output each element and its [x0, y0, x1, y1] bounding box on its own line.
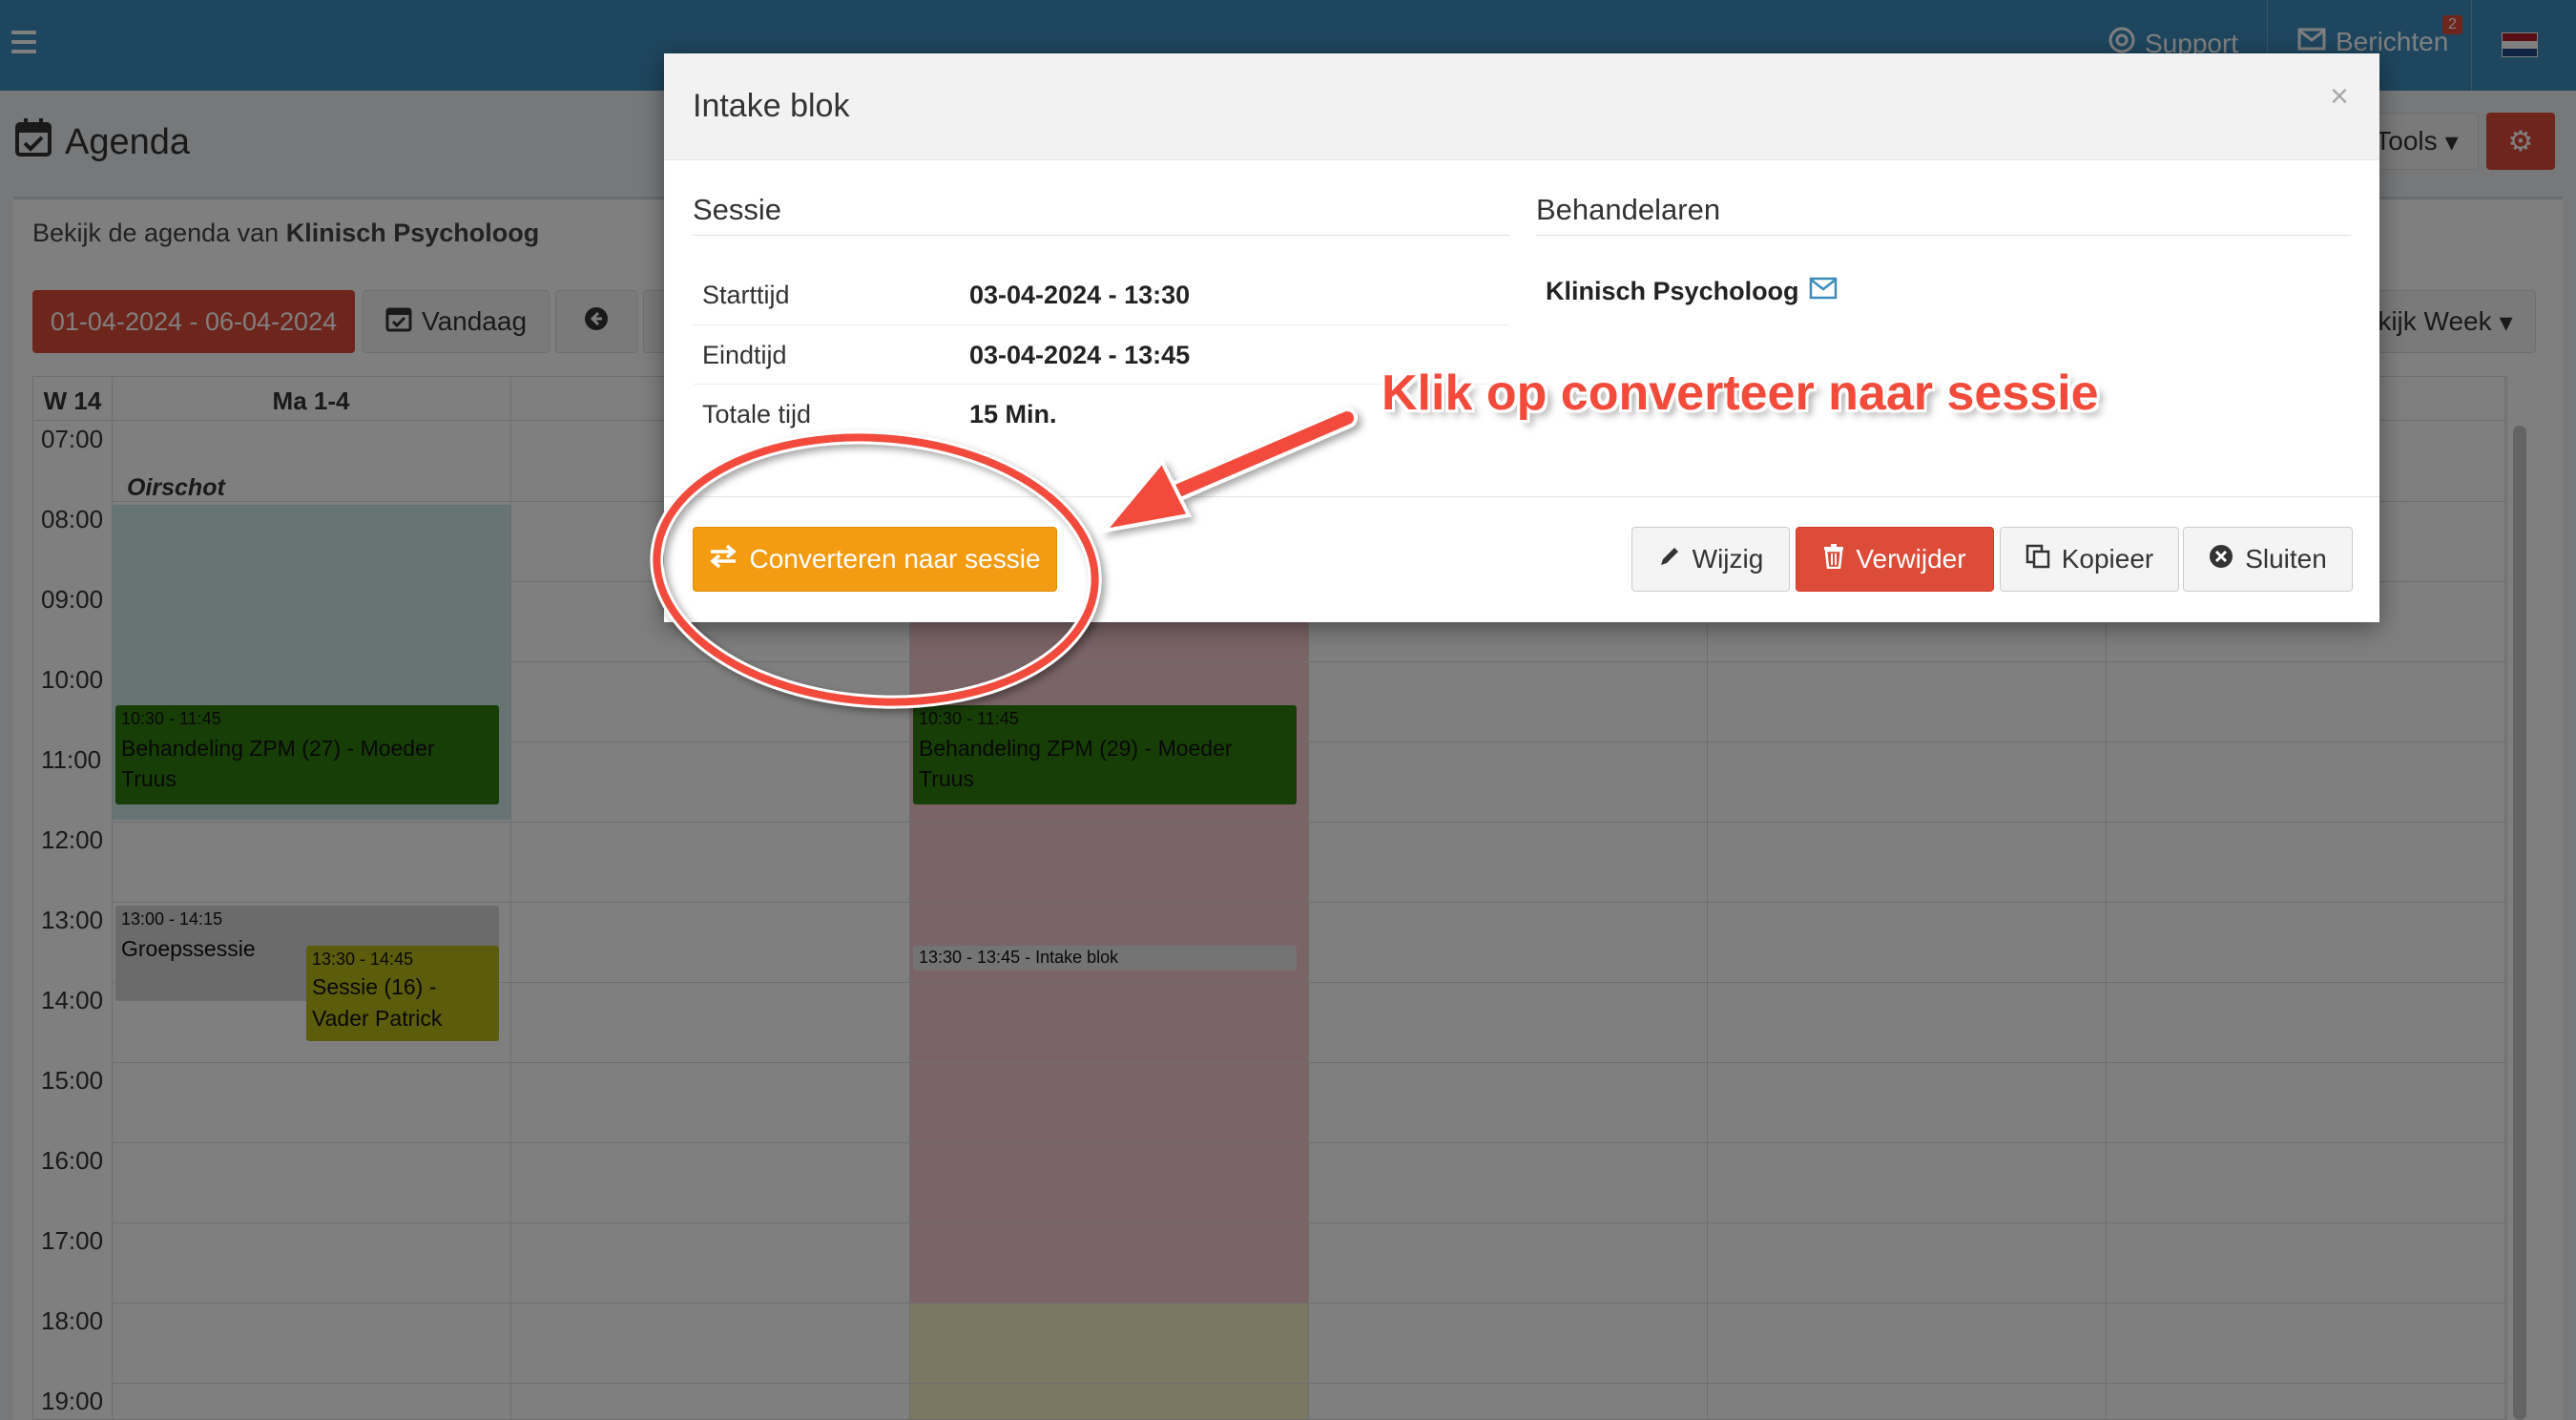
info-label: Totale tijd [702, 400, 812, 428]
edit-button[interactable]: Wijzig [1631, 527, 1790, 592]
info-value: 03-04-2024 - 13:45 [969, 341, 1191, 369]
intake-block-modal: Intake blok × Sessie Behandelaren Startt… [664, 53, 2379, 622]
exchange-icon [709, 544, 737, 575]
convert-to-session-button[interactable]: Converteren naar sessie [693, 527, 1057, 592]
delete-button[interactable]: Verwijder [1796, 527, 1994, 592]
close-button[interactable]: Sluiten [2183, 527, 2353, 592]
info-label: Starttijd [702, 281, 790, 309]
divider [1536, 235, 2351, 236]
info-value: 03-04-2024 - 13:30 [969, 281, 1191, 309]
trash-icon [1823, 543, 1844, 575]
annotation-text: Klik op converteer naar sessie [1381, 365, 2099, 421]
copy-button[interactable]: Kopieer [2000, 527, 2179, 592]
divider [693, 235, 1509, 236]
copy-label: Kopieer [2061, 544, 2154, 574]
modal-header: Intake blok × [664, 53, 2379, 160]
edit-label: Wijzig [1692, 544, 1764, 574]
copy-icon [2025, 544, 2050, 575]
therapists-section-title: Behandelaren [1536, 193, 1721, 226]
therapist-item: Klinisch Psycholoog [1546, 277, 1838, 306]
envelope-icon[interactable] [1809, 277, 1838, 306]
info-row-start: Starttijd 03-04-2024 - 13:30 [693, 265, 1509, 324]
session-section-title: Sessie [693, 193, 782, 226]
modal-title: Intake blok [693, 88, 850, 124]
info-value: 15 Min. [969, 400, 1057, 428]
close-circle-icon [2209, 544, 2233, 575]
therapist-name: Klinisch Psycholoog [1546, 277, 1799, 305]
convert-label: Converteren naar sessie [749, 544, 1041, 574]
delete-label: Verwijder [1856, 544, 1966, 574]
info-label: Eindtijd [702, 341, 787, 369]
pencil-icon [1658, 544, 1681, 574]
close-icon[interactable]: × [2330, 78, 2349, 115]
modal-footer-divider [664, 496, 2379, 497]
close-label: Sluiten [2245, 544, 2327, 574]
